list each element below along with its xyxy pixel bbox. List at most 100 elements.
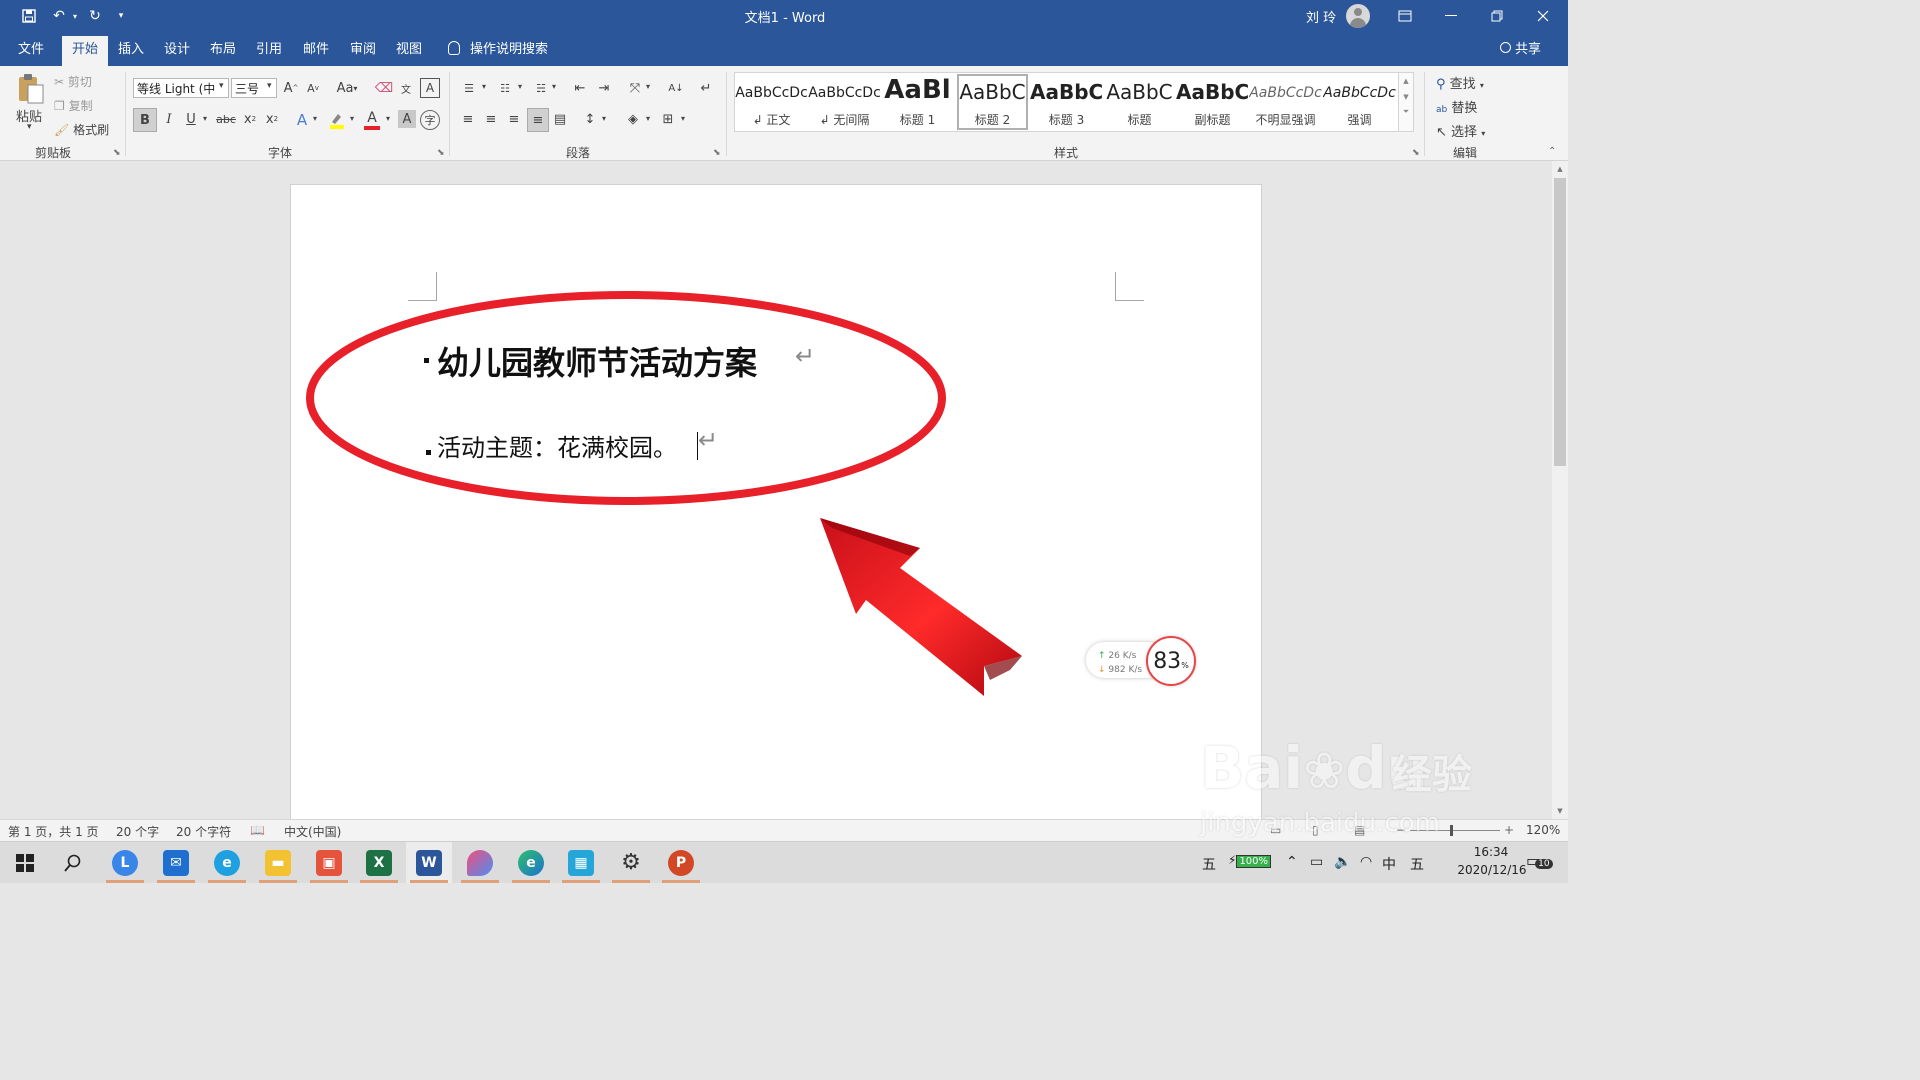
borders-icon[interactable]: ⊞ <box>658 109 678 129</box>
replace-button[interactable]: ab 替换 <box>1436 97 1477 116</box>
line-spacing-dropdown-icon[interactable]: ▾ <box>602 114 606 123</box>
text-effects-icon[interactable]: A <box>292 109 312 131</box>
paste-icon[interactable] <box>12 72 48 106</box>
tab-mailings[interactable]: 邮件 <box>293 36 339 66</box>
asian-layout-icon[interactable]: ⤧ <box>624 78 646 98</box>
tab-file[interactable]: 文件 <box>8 36 54 66</box>
chevron-up-icon[interactable]: ⌃ <box>1286 854 1298 870</box>
bullets-dropdown-icon[interactable]: ▾ <box>482 82 486 91</box>
taskbar-app-powerpoint[interactable]: P <box>658 842 704 883</box>
font-name-combo[interactable]: 等线 Light (中 <box>133 78 229 98</box>
decrease-indent-icon[interactable]: ⇤ <box>570 78 590 98</box>
collapse-ribbon-icon[interactable]: ⌃ <box>1548 146 1556 157</box>
tab-layout[interactable]: 布局 <box>200 36 246 66</box>
minimize-icon[interactable] <box>1428 0 1474 32</box>
strikethrough-icon[interactable]: abc <box>214 109 238 129</box>
search-icon[interactable] <box>50 842 96 883</box>
tab-design[interactable]: 设计 <box>154 36 200 66</box>
wifi-icon[interactable]: ◠ <box>1360 854 1372 870</box>
taskbar-app-ie[interactable]: e <box>204 842 250 883</box>
justify-icon[interactable]: ≡ <box>527 108 549 132</box>
ime-mode-indicator[interactable]: 五 <box>1202 854 1216 874</box>
taskbar-app-board[interactable]: ▦ <box>558 842 604 883</box>
character-shading-icon[interactable]: A <box>398 110 416 128</box>
customize-qat-icon[interactable]: ▾ <box>114 6 128 26</box>
ime-language-indicator[interactable]: 中 <box>1382 854 1396 874</box>
highlight-icon[interactable] <box>326 109 348 131</box>
underline-dropdown-icon[interactable]: ▾ <box>203 114 207 123</box>
battery-indicator[interactable]: ⚡ 100% <box>1228 852 1272 868</box>
styles-gallery-scroll[interactable]: ▲ ▼ ⏷ <box>1398 72 1414 132</box>
bullets-icon[interactable]: ☰ <box>458 78 480 98</box>
avatar[interactable] <box>1346 4 1370 28</box>
cut-button[interactable]: ✂ 剪切 <box>54 73 92 90</box>
asian-layout-dropdown-icon[interactable]: ▾ <box>646 82 650 91</box>
character-border-icon[interactable]: A <box>420 78 440 98</box>
style-heading-3[interactable]: AaBbC 标题 3 <box>1030 73 1103 131</box>
taskbar-app-word[interactable]: W <box>406 842 452 883</box>
align-right-icon[interactable]: ≡ <box>504 109 524 129</box>
style-no-spacing[interactable]: AaBbCcDc ↲ 无间隔 <box>808 73 881 131</box>
zoom-in-icon[interactable]: + <box>1504 823 1514 837</box>
superscript-icon[interactable]: x2 <box>262 109 282 129</box>
tab-view[interactable]: 视图 <box>386 36 432 66</box>
style-subtitle[interactable]: AaBbC 副标题 <box>1176 73 1249 131</box>
font-color-icon[interactable]: A <box>362 108 382 132</box>
volume-icon[interactable]: 🔈 <box>1334 854 1351 870</box>
taskbar-app-recorder[interactable]: ▣ <box>306 842 352 883</box>
taskbar-app-edge[interactable]: e <box>508 842 554 883</box>
underline-icon[interactable]: U <box>182 109 200 129</box>
italic-icon[interactable]: I <box>160 109 178 129</box>
style-heading-1[interactable]: AaBl 标题 1 <box>881 73 954 131</box>
notification-center[interactable]: ▭10 <box>1526 851 1553 870</box>
zoom-slider[interactable] <box>1410 830 1500 831</box>
enclose-characters-icon[interactable]: 字 <box>420 110 440 130</box>
style-title[interactable]: AaBbC 标题 <box>1103 73 1176 131</box>
clipboard-launcher-icon[interactable]: ⬊ <box>113 148 121 158</box>
clock-time[interactable]: 16:34 <box>1460 845 1522 859</box>
tell-me-search[interactable]: 操作说明搜索 <box>448 36 548 64</box>
scrollbar-thumb[interactable] <box>1554 178 1566 466</box>
line-spacing-icon[interactable]: ↕ <box>580 109 600 129</box>
style-heading-2[interactable]: AaBbC 标题 2 <box>956 73 1029 131</box>
undo-dropdown-icon[interactable]: ▾ <box>70 6 80 26</box>
font-name-dropdown-icon[interactable]: ▾ <box>219 81 224 91</box>
close-icon[interactable] <box>1520 0 1566 32</box>
taskbar-app-paint[interactable] <box>457 842 503 883</box>
distributed-icon[interactable]: ▤ <box>550 109 570 129</box>
shading-dropdown-icon[interactable]: ▾ <box>646 114 650 123</box>
numbering-icon[interactable]: ☷ <box>494 78 516 98</box>
multilevel-dropdown-icon[interactable]: ▾ <box>552 82 556 91</box>
shading-icon[interactable]: ◈ <box>622 109 644 129</box>
grow-font-icon[interactable]: A ^ <box>282 78 300 98</box>
scroll-up-icon[interactable]: ▲ <box>1552 165 1568 173</box>
sort-icon[interactable]: A↓ <box>666 78 686 98</box>
text-effects-dropdown-icon[interactable]: ▾ <box>313 114 317 123</box>
find-button[interactable]: ⚲ 查找 ▾ <box>1436 73 1484 92</box>
paragraph-launcher-icon[interactable]: ⬊ <box>713 148 721 158</box>
paste-dropdown-icon[interactable]: ▾ <box>27 122 32 132</box>
print-layout-icon[interactable]: ▯ <box>1312 823 1319 837</box>
zoom-slider-thumb[interactable] <box>1450 825 1453 836</box>
share-button[interactable]: 共享 <box>1500 36 1541 64</box>
phonetic-guide-icon[interactable]: 文 <box>396 78 416 98</box>
zoom-level[interactable]: 120% <box>1526 823 1560 837</box>
taskbar-app-settings[interactable]: ⚙ <box>608 842 654 883</box>
start-button[interactable] <box>2 842 48 883</box>
highlight-dropdown-icon[interactable]: ▾ <box>350 114 354 123</box>
font-launcher-icon[interactable]: ⬊ <box>437 148 445 158</box>
chevron-down-icon[interactable]: ▼ <box>1399 93 1413 101</box>
restore-icon[interactable] <box>1474 0 1520 32</box>
clock-date[interactable]: 2020/12/16 <box>1452 863 1532 877</box>
subscript-icon[interactable]: x2 <box>240 109 260 129</box>
word-count[interactable]: 20 个字 <box>116 823 159 840</box>
taskbar-app-excel[interactable]: X <box>356 842 402 883</box>
tab-review[interactable]: 审阅 <box>340 36 386 66</box>
save-icon[interactable] <box>18 6 40 26</box>
scroll-down-icon[interactable]: ▼ <box>1552 807 1568 815</box>
web-layout-icon[interactable]: ▤ <box>1354 823 1365 837</box>
font-color-dropdown-icon[interactable]: ▾ <box>386 114 390 123</box>
battery-icon[interactable]: ▭ <box>1310 854 1323 870</box>
shrink-font-icon[interactable]: Av <box>304 78 322 98</box>
char-count[interactable]: 20 个字符 <box>176 823 231 840</box>
